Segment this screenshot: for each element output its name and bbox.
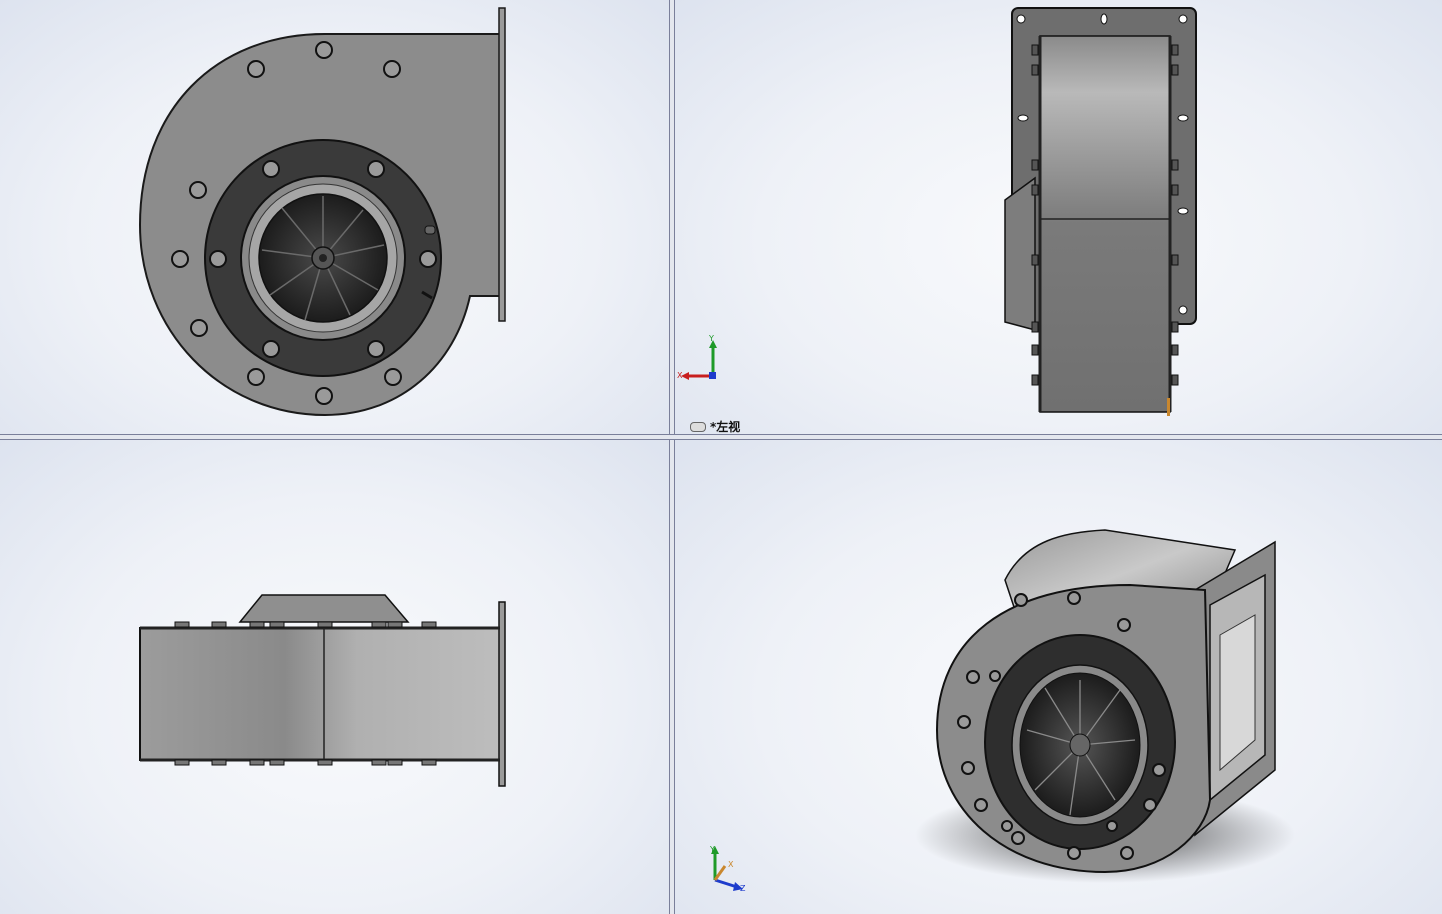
view-name: *左视 [710,420,741,434]
viewport-top[interactable] [0,440,669,914]
view-orientation-label[interactable]: *左视 [690,418,740,434]
vertical-splitter[interactable] [669,0,675,914]
axis-triad-iso [711,846,743,891]
inlet-cover [238,594,410,623]
housing-body [1039,35,1171,413]
top-view-model [139,594,506,787]
left-view-model [681,7,1197,416]
triad-label-z-iso: Z [740,884,746,893]
front-view-model [138,7,506,417]
triad-label-y-iso: Y [710,845,715,854]
horizontal-splitter[interactable] [0,434,1442,440]
triad-label-x: X [677,371,683,380]
viewport-left[interactable]: Y X Z *左视 [675,0,1442,434]
viewport-isometric[interactable]: Y X Z [675,440,1442,914]
view-orientation-icon[interactable] [690,421,706,432]
housing-top [139,627,503,761]
isometric-view-model [711,529,1295,891]
triad-label-y: Y [709,334,714,343]
triad-label-z: Z [711,372,716,380]
outlet-flange [498,7,506,322]
viewport-front[interactable] [0,0,669,434]
outlet-flange [498,601,506,787]
triad-label-x-iso: X [728,860,734,869]
